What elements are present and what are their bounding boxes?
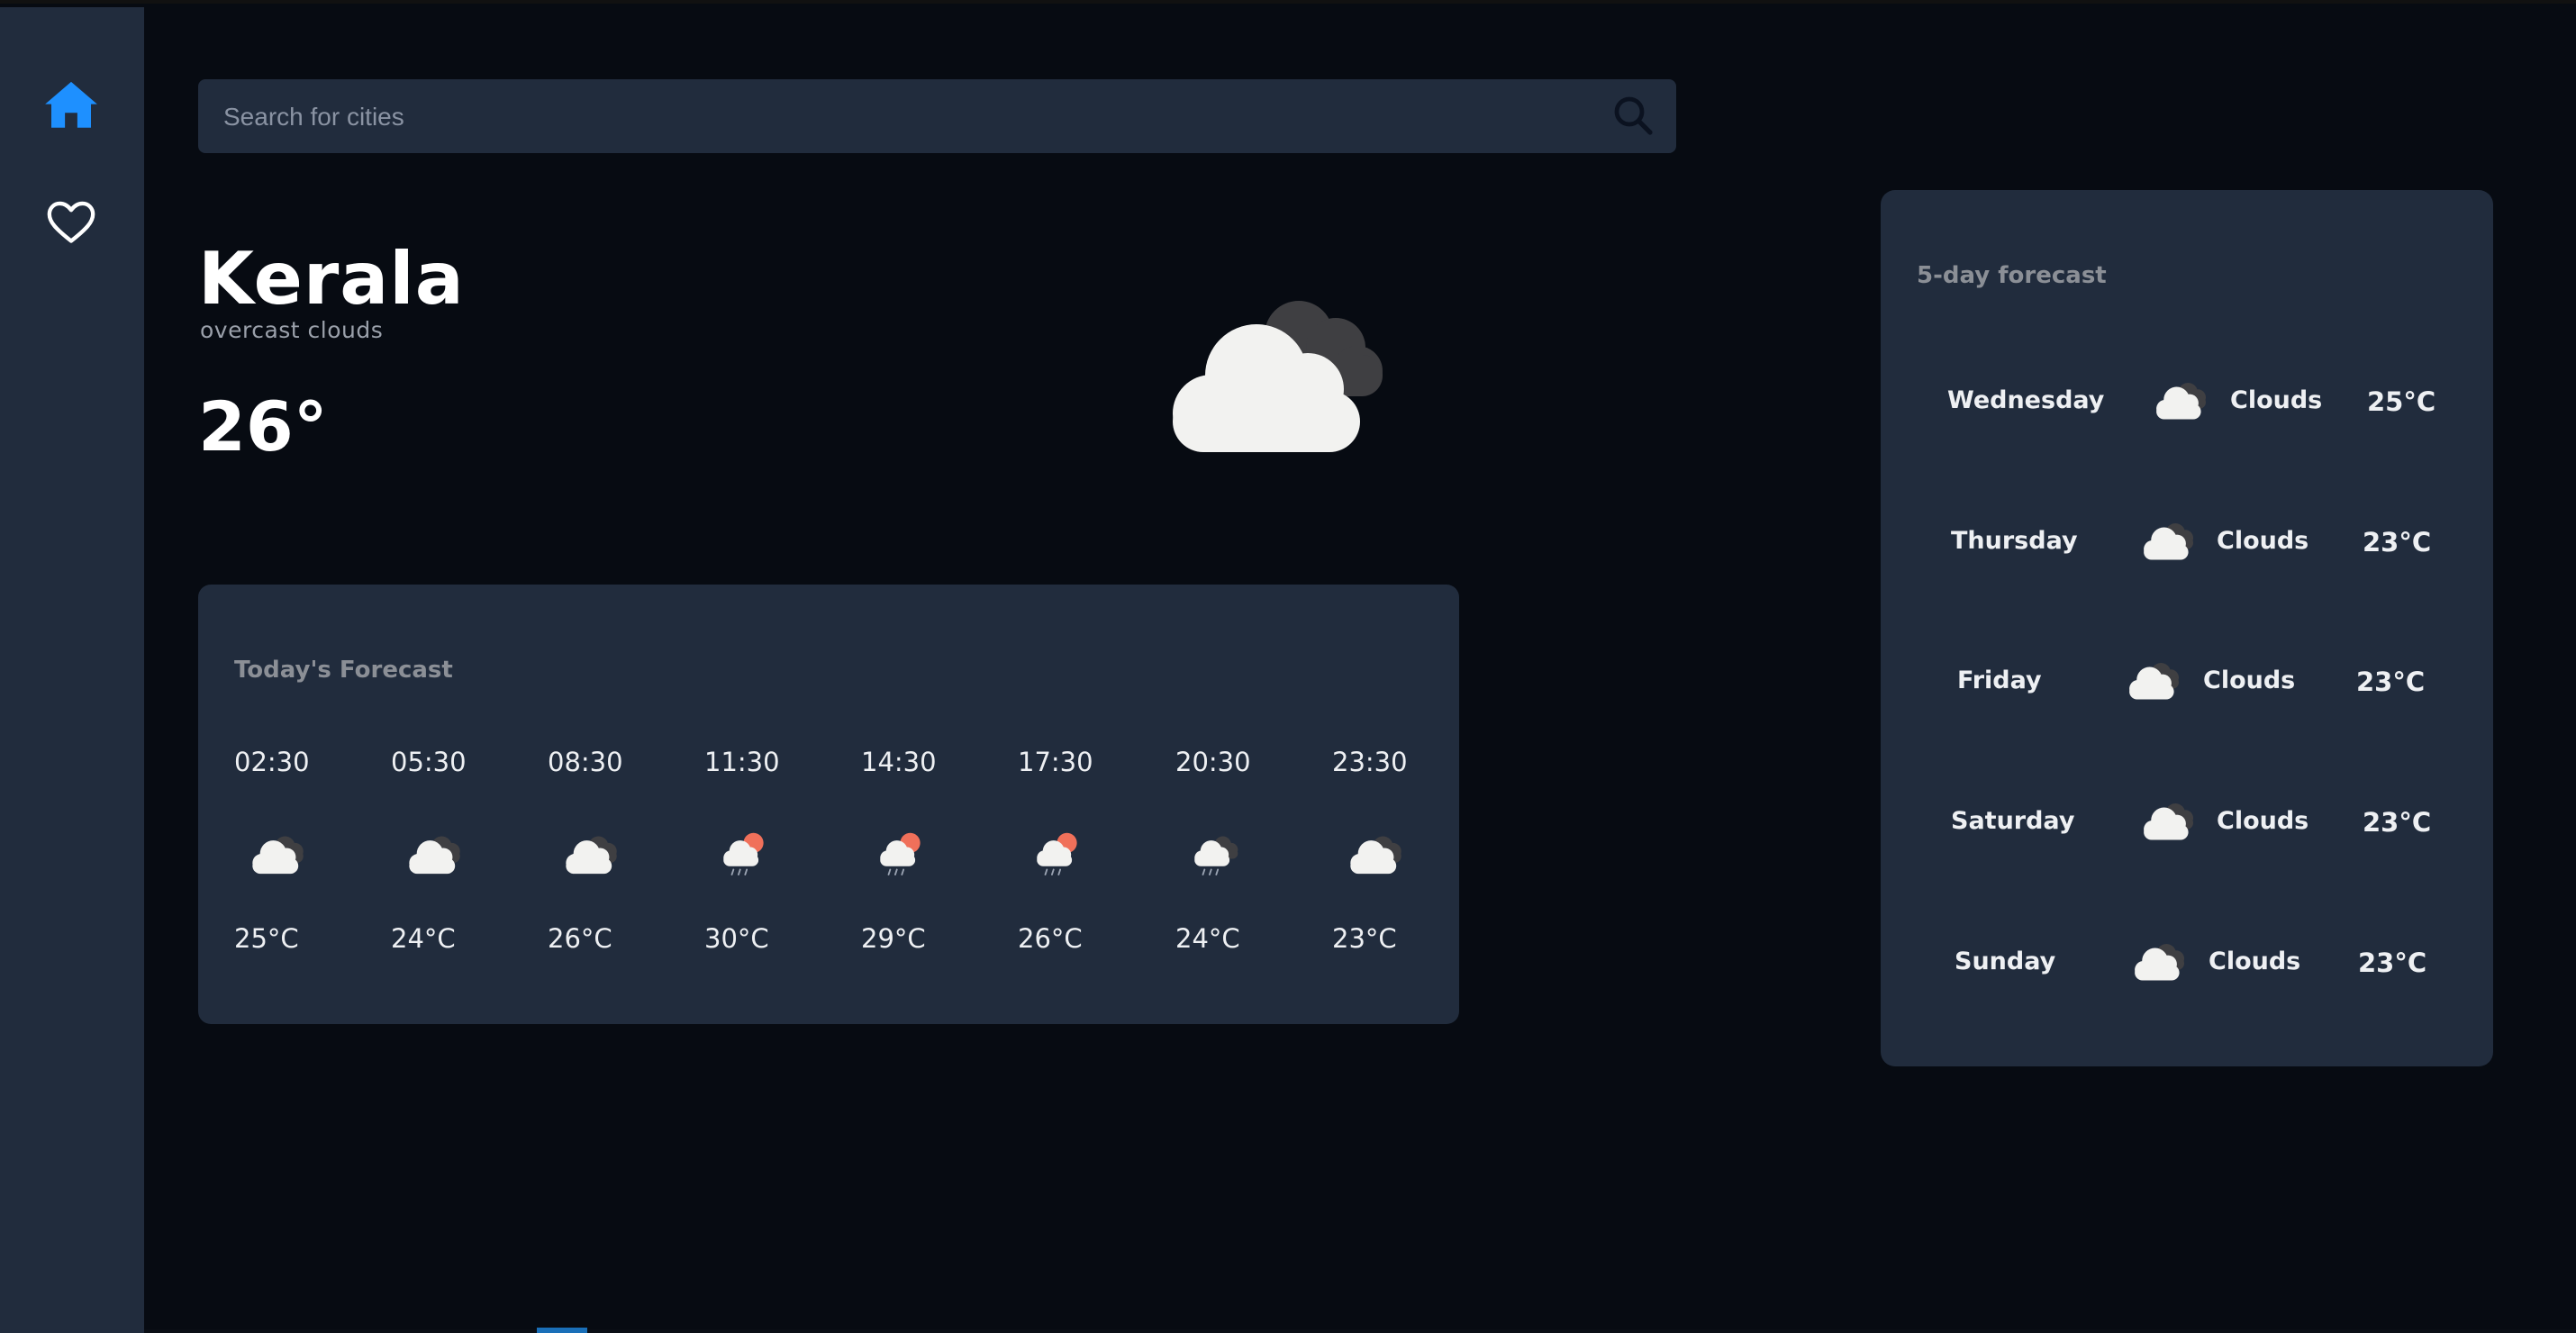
todays-forecast-panel: Today's Forecast 02:30 25°C 05:30 24°C 0…	[198, 585, 1459, 1024]
cloud-rain-icon	[1186, 828, 1253, 878]
hour-time: 02:30	[234, 747, 310, 777]
hour-temperature: 30°C	[704, 923, 769, 954]
day-condition: Clouds	[2230, 386, 2323, 414]
weather-description: overcast clouds	[200, 317, 384, 343]
hourly-item: 17:30 26°C	[1018, 747, 1126, 981]
day-temperature: 23°C	[2363, 527, 2432, 558]
clouds-icon	[2136, 514, 2201, 565]
day-temperature: 23°C	[2358, 948, 2427, 978]
heart-icon	[47, 201, 95, 243]
favorites-nav-button[interactable]	[45, 196, 97, 249]
day-name: Friday	[1957, 666, 2042, 694]
current-temperature: 26°	[198, 386, 328, 467]
clouds-icon	[558, 828, 625, 878]
search-icon	[1614, 96, 1653, 135]
hour-time: 17:30	[1018, 747, 1093, 777]
day-name: Wednesday	[1947, 386, 2105, 414]
hour-temperature: 26°C	[1018, 923, 1083, 954]
hourly-item: 08:30 26°C	[548, 747, 656, 981]
hour-temperature: 25°C	[234, 923, 299, 954]
day-temperature: 23°C	[2356, 666, 2426, 697]
forecast-day-row: Wednesday Clouds 25°C	[1881, 368, 2493, 440]
clouds-icon	[2136, 794, 2201, 845]
hour-time: 08:30	[548, 747, 623, 777]
hourly-item: 23:30 23°C	[1332, 747, 1440, 981]
hour-time: 05:30	[391, 747, 467, 777]
home-icon	[45, 81, 97, 128]
forecast-day-row: Thursday Clouds 23°C	[1881, 509, 2493, 581]
hour-time: 14:30	[861, 747, 937, 777]
sun-rain-icon	[1029, 828, 1095, 878]
sun-rain-icon	[715, 828, 782, 878]
hour-time: 23:30	[1332, 747, 1408, 777]
day-condition: Clouds	[2217, 807, 2309, 835]
day-condition: Clouds	[2217, 527, 2309, 555]
hourly-item: 02:30 25°C	[234, 747, 342, 981]
hour-temperature: 24°C	[1175, 923, 1240, 954]
home-nav-button[interactable]	[41, 76, 101, 135]
forecast-day-row: Saturday Clouds 23°C	[1881, 789, 2493, 861]
forecast-day-row: Friday Clouds 23°C	[1881, 648, 2493, 721]
scroll-indicator	[537, 1328, 587, 1333]
sun-rain-icon	[872, 828, 939, 878]
todays-forecast-title: Today's Forecast	[234, 657, 453, 684]
hourly-item: 20:30 24°C	[1175, 747, 1283, 981]
app-window: Kerala overcast clouds 26° Today's Forec…	[0, 0, 2576, 1333]
day-name: Thursday	[1951, 527, 2078, 555]
day-name: Sunday	[1955, 948, 2056, 975]
search-bar	[198, 79, 1676, 155]
hour-time: 20:30	[1175, 747, 1251, 777]
hour-temperature: 26°C	[548, 923, 612, 954]
day-name: Saturday	[1951, 807, 2075, 835]
day-temperature: 25°C	[2367, 386, 2436, 417]
overcast-clouds-icon	[1144, 283, 1414, 463]
sidebar	[0, 7, 144, 1333]
hourly-item: 14:30 29°C	[861, 747, 969, 981]
hour-temperature: 23°C	[1332, 923, 1397, 954]
clouds-icon	[2122, 654, 2187, 704]
hour-temperature: 24°C	[391, 923, 456, 954]
clouds-icon	[2149, 374, 2214, 424]
clouds-icon	[1343, 828, 1410, 878]
search-input[interactable]	[222, 79, 1576, 155]
search-button[interactable]	[1611, 94, 1655, 137]
hour-time: 11:30	[704, 747, 780, 777]
hourly-item: 05:30 24°C	[391, 747, 499, 981]
hourly-item: 11:30 30°C	[704, 747, 812, 981]
day-condition: Clouds	[2203, 666, 2296, 694]
five-day-forecast-panel: 5-day forecast Wednesday Clouds 25°C Thu…	[1881, 190, 2493, 1066]
five-day-forecast-title: 5-day forecast	[1917, 262, 2107, 289]
day-temperature: 23°C	[2363, 807, 2432, 838]
hour-temperature: 29°C	[861, 923, 926, 954]
city-name: Kerala	[198, 237, 465, 321]
day-condition: Clouds	[2209, 948, 2301, 975]
clouds-icon	[2127, 935, 2192, 985]
forecast-day-row: Sunday Clouds 23°C	[1881, 929, 2493, 1002]
clouds-icon	[402, 828, 468, 878]
clouds-icon	[245, 828, 312, 878]
